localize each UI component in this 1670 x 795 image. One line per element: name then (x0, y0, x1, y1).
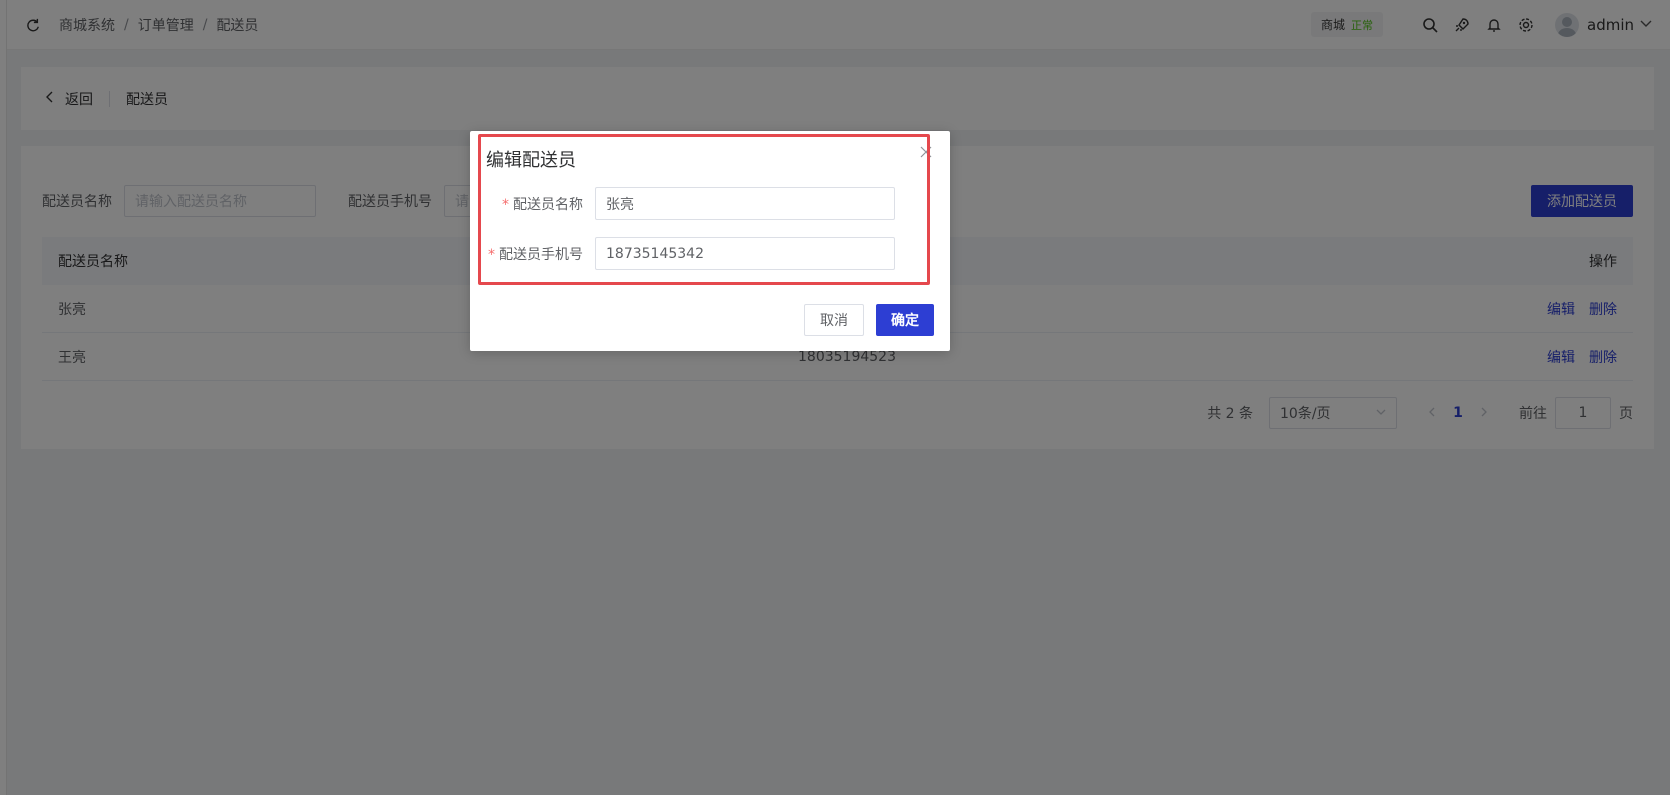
form-label-name: * 配送员名称 (470, 194, 595, 214)
dialog-title: 编辑配送员 (486, 150, 576, 171)
modal-overlay[interactable] (0, 0, 1670, 795)
courier-phone-field[interactable]: 18735145342 (595, 237, 895, 270)
dialog-footer: 取消 确定 (804, 304, 934, 336)
form-label-name-text: 配送员名称 (513, 196, 583, 213)
required-mark: * (502, 196, 509, 213)
required-mark: * (488, 246, 495, 263)
form-label-phone-text: 配送员手机号 (499, 246, 583, 263)
edit-courier-dialog: 编辑配送员 * 配送员名称 张亮 * 配送员手机号 18735145342 取消 确… (470, 131, 950, 351)
confirm-button[interactable]: 确定 (876, 304, 934, 336)
cancel-button[interactable]: 取消 (804, 304, 864, 336)
form-row-phone: * 配送员手机号 18735145342 (470, 237, 895, 270)
courier-name-field[interactable]: 张亮 (595, 187, 895, 220)
close-icon[interactable] (920, 143, 932, 162)
form-row-name: * 配送员名称 张亮 (470, 187, 895, 220)
form-label-phone: * 配送员手机号 (470, 244, 595, 264)
